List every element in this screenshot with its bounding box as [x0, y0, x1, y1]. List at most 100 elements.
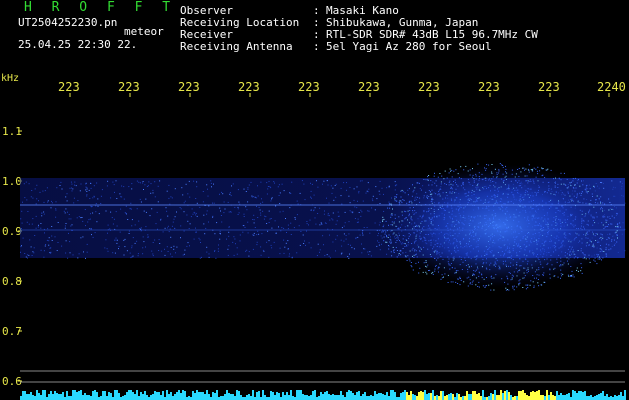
noise-dot [152, 189, 154, 191]
level-bar [540, 395, 542, 400]
noise-dot [77, 257, 79, 259]
noise-dot [313, 194, 315, 196]
level-bar [390, 390, 392, 400]
noise-dot [32, 218, 34, 220]
echo-dot [616, 241, 618, 243]
noise-dot [394, 189, 396, 191]
noise-dot [379, 203, 381, 204]
noise-dot [145, 226, 147, 228]
level-bar [38, 393, 40, 400]
noise-dot [328, 255, 330, 257]
noise-dot [388, 185, 390, 187]
level-bar [582, 392, 584, 400]
level-bar [492, 394, 494, 400]
noise-dot [57, 222, 59, 223]
noise-dot [367, 182, 369, 184]
noise-dot [260, 181, 262, 183]
noise-dot [115, 237, 117, 239]
noise-dot [85, 257, 86, 259]
noise-dot [355, 238, 357, 240]
level-bar [178, 390, 180, 400]
noise-dot [356, 186, 358, 188]
noise-dot [131, 247, 133, 249]
noise-dot [236, 253, 238, 255]
noise-dot [116, 242, 118, 244]
noise-dot [296, 214, 298, 216]
level-bar [80, 390, 82, 400]
level-bar [480, 396, 482, 400]
noise-dot [48, 244, 50, 246]
noise-dot [321, 223, 323, 225]
echo-dot [381, 231, 383, 233]
noise-dot [254, 227, 256, 228]
noise-dot [299, 244, 301, 246]
level-bar [358, 391, 360, 400]
noise-dot [273, 181, 275, 183]
echo-dot [616, 212, 618, 214]
level-bar [32, 395, 34, 400]
noise-dot [391, 255, 393, 257]
noise-dot [376, 245, 378, 247]
noise-dot [142, 253, 144, 255]
level-bar [262, 390, 264, 400]
noise-dot [82, 236, 84, 238]
noise-dot [289, 207, 291, 209]
level-bar [414, 395, 416, 400]
noise-dot [71, 224, 73, 226]
noise-dot [261, 198, 262, 200]
noise-dot [196, 215, 198, 217]
noise-dot [174, 188, 176, 190]
noise-dot [219, 193, 220, 195]
time-tick-label: 223 [418, 80, 440, 94]
level-bar [258, 391, 260, 400]
echo-dot [428, 175, 430, 176]
noise-dot [114, 252, 116, 254]
level-bar [236, 390, 238, 400]
noise-dot [317, 213, 319, 214]
level-bar [124, 395, 126, 400]
noise-dot [180, 225, 182, 227]
noise-dot [35, 215, 37, 217]
level-bar [68, 396, 70, 400]
noise-dot [264, 215, 266, 217]
noise-dot [162, 231, 164, 233]
noise-dot [239, 240, 241, 242]
noise-dot [128, 230, 130, 232]
noise-dot [169, 228, 171, 230]
noise-dot [282, 210, 284, 212]
noise-dot [168, 231, 170, 233]
noise-dot [377, 240, 378, 242]
noise-dot [183, 202, 185, 204]
level-bar [206, 390, 208, 400]
level-bar [168, 394, 170, 400]
noise-dot [229, 193, 231, 195]
noise-dot [348, 257, 350, 259]
noise-dot [36, 198, 38, 200]
noise-dot [181, 187, 183, 189]
level-bar [26, 394, 28, 400]
level-bar [306, 395, 308, 400]
noise-dot [116, 225, 118, 227]
noise-dot [237, 208, 239, 210]
level-bar [204, 394, 206, 400]
noise-dot [132, 237, 134, 239]
echo-dot [617, 237, 618, 239]
noise-dot [189, 245, 190, 247]
echo-dot [570, 276, 572, 277]
noise-dot [362, 233, 363, 234]
noise-dot [361, 180, 363, 182]
noise-dot [91, 206, 92, 208]
noise-dot [275, 205, 277, 207]
noise-dot [227, 201, 229, 203]
noise-dot [231, 185, 232, 187]
noise-dot [85, 189, 87, 191]
noise-dot [270, 187, 272, 189]
noise-dot [290, 193, 292, 194]
level-bar [578, 391, 580, 400]
noise-dot [364, 248, 366, 250]
noise-dot [296, 200, 298, 202]
noise-dot [80, 217, 82, 219]
noise-dot [87, 221, 89, 223]
noise-dot [134, 242, 136, 244]
noise-dot [70, 225, 72, 227]
